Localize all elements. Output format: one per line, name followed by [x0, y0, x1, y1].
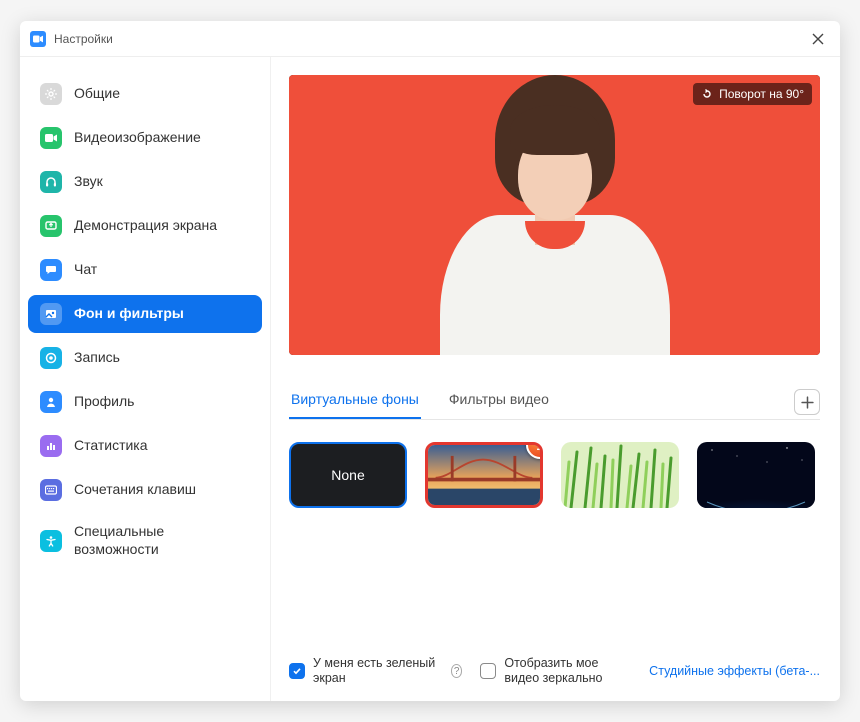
chat-icon	[40, 259, 62, 281]
tab-video-filters[interactable]: Фильтры видео	[447, 385, 551, 419]
sidebar-item-label: Статистика	[74, 437, 148, 455]
sidebar-item-general[interactable]: Общие	[28, 75, 262, 113]
rotate-icon	[701, 88, 713, 100]
plus-icon	[801, 396, 814, 409]
help-icon[interactable]: ?	[451, 664, 463, 678]
background-bridge[interactable]: 1	[425, 442, 543, 508]
rotate-label: Поворот на 90°	[719, 87, 804, 101]
titlebar: Настройки	[20, 21, 840, 57]
sidebar-item-recording[interactable]: Запись	[28, 339, 262, 377]
sidebar-item-accessibility[interactable]: Специальные возможности	[28, 515, 262, 566]
sidebar-item-label: Запись	[74, 349, 120, 367]
tabs: Виртуальные фоны Фильтры видео	[289, 385, 820, 420]
sidebar-item-profile[interactable]: Профиль	[28, 383, 262, 421]
stats-icon	[40, 435, 62, 457]
sidebar-item-label: Чат	[74, 261, 97, 279]
sidebar-item-stats[interactable]: Статистика	[28, 427, 262, 465]
settings-window: Настройки Общие Видеоизображение Звук Де…	[20, 21, 840, 701]
sidebar-item-chat[interactable]: Чат	[28, 251, 262, 289]
sidebar-item-background[interactable]: Фон и фильтры	[28, 295, 262, 333]
app-icon	[30, 31, 46, 47]
sidebar-item-share[interactable]: Демонстрация экрана	[28, 207, 262, 245]
sidebar-item-video[interactable]: Видеоизображение	[28, 119, 262, 157]
sidebar-item-label: Профиль	[74, 393, 134, 411]
person-illustration	[415, 115, 695, 355]
window-title: Настройки	[54, 32, 113, 46]
gear-icon	[40, 83, 62, 105]
checkbox-mirror-video[interactable]: Отобразить мое видео зеркально	[480, 656, 631, 687]
background-none[interactable]: None	[289, 442, 407, 508]
tab-virtual-backgrounds[interactable]: Виртуальные фоны	[289, 385, 421, 419]
footer-options: У меня есть зеленый экран ? Отобразить м…	[289, 648, 820, 687]
checkbox-label: У меня есть зеленый экран	[313, 656, 439, 687]
sidebar: Общие Видеоизображение Звук Демонстрация…	[20, 57, 270, 701]
checkbox-label: Отобразить мое видео зеркально	[504, 656, 631, 687]
close-button[interactable]	[806, 27, 830, 51]
headphones-icon	[40, 171, 62, 193]
record-icon	[40, 347, 62, 369]
background-thumbnails: None 1	[289, 442, 820, 508]
sidebar-item-label: Видеоизображение	[74, 129, 201, 147]
main-panel: Поворот на 90° Виртуальные фоны Фильтры …	[270, 57, 840, 701]
sidebar-item-label: Сочетания клавиш	[74, 481, 196, 499]
checkbox-green-screen[interactable]: У меня есть зеленый экран ?	[289, 656, 462, 687]
keyboard-icon	[40, 479, 62, 501]
sidebar-item-label: Звук	[74, 173, 103, 191]
sidebar-item-label: Общие	[74, 85, 120, 103]
share-screen-icon	[40, 215, 62, 237]
sidebar-item-shortcuts[interactable]: Сочетания клавиш	[28, 471, 262, 509]
video-preview: Поворот на 90°	[289, 75, 820, 355]
background-earth[interactable]	[697, 442, 815, 508]
checkbox-box	[289, 663, 305, 679]
user-icon	[40, 391, 62, 413]
accessibility-icon	[40, 530, 62, 552]
background-grass[interactable]	[561, 442, 679, 508]
checkbox-box	[480, 663, 496, 679]
sidebar-item-label: Демонстрация экрана	[74, 217, 217, 235]
sidebar-item-label: Специальные возможности	[74, 523, 250, 558]
sidebar-item-audio[interactable]: Звук	[28, 163, 262, 201]
add-background-button[interactable]	[794, 389, 820, 415]
video-icon	[40, 127, 62, 149]
background-icon	[40, 303, 62, 325]
studio-effects-link[interactable]: Студийные эффекты (бета-...	[649, 664, 820, 678]
sidebar-item-label: Фон и фильтры	[74, 305, 184, 323]
rotate-90-button[interactable]: Поворот на 90°	[693, 83, 812, 105]
none-label: None	[331, 467, 364, 483]
